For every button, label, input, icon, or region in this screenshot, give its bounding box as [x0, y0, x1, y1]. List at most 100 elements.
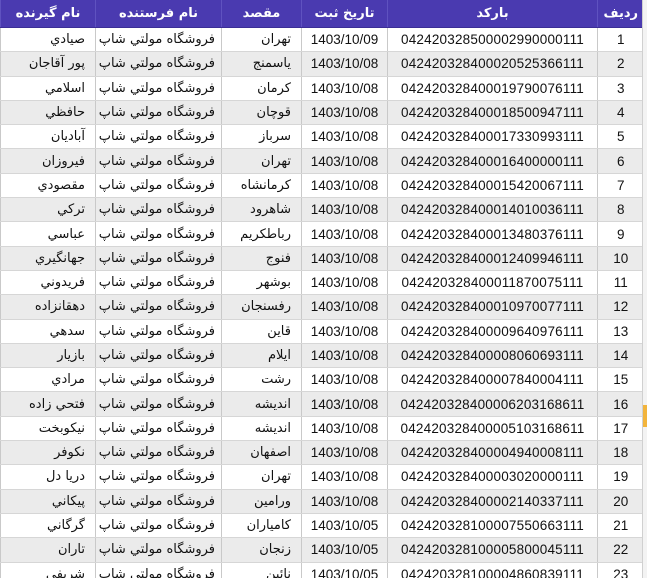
- cell-receiver[interactable]: پيكاني: [0, 489, 96, 514]
- cell-barcode[interactable]: 042420328100004860839111: [387, 562, 598, 578]
- cell-receiver[interactable]: صيادي: [0, 27, 96, 53]
- cell-index[interactable]: 19: [597, 464, 644, 490]
- cell-receiver[interactable]: تركي: [0, 197, 96, 223]
- cell-receiver[interactable]: حافظي: [0, 100, 96, 126]
- cell-destination[interactable]: اصفهان: [221, 440, 302, 466]
- cell-date[interactable]: 1403/10/08: [301, 124, 388, 150]
- cell-date[interactable]: 1403/10/08: [301, 221, 388, 247]
- cell-barcode[interactable]: 042420328400013480376111: [387, 221, 598, 247]
- cell-sender[interactable]: فروشگاه مولتي شاپ: [95, 343, 222, 369]
- header-barcode[interactable]: بارکد: [387, 0, 598, 28]
- cell-sender[interactable]: فروشگاه مولتي شاپ: [95, 416, 222, 442]
- table-row[interactable]: 19 042420328400003020000111 1403/10/08 تهرا…: [0, 464, 644, 490]
- cell-destination[interactable]: تهران: [221, 27, 302, 53]
- cell-sender[interactable]: فروشگاه مولتي شاپ: [95, 367, 222, 393]
- cell-barcode[interactable]: 042420328400015420067111: [387, 173, 598, 199]
- cell-barcode[interactable]: 042420328400017330993111: [387, 124, 598, 150]
- cell-receiver[interactable]: اسلامي: [0, 76, 96, 101]
- cell-date[interactable]: 1403/10/08: [301, 51, 388, 77]
- cell-barcode[interactable]: 042420328400005103168611: [387, 416, 598, 442]
- cell-sender[interactable]: فروشگاه مولتي شاپ: [95, 246, 222, 271]
- table-row[interactable]: 22 042420328100005800045111 1403/10/05 زنجا…: [0, 537, 644, 563]
- table-row[interactable]: 4 042420328400018500947111 1403/10/08 قوچان…: [0, 100, 644, 126]
- cell-receiver[interactable]: تاران: [0, 537, 96, 563]
- cell-receiver[interactable]: فريدوني: [0, 270, 96, 296]
- cell-sender[interactable]: فروشگاه مولتي شاپ: [95, 537, 222, 563]
- cell-receiver[interactable]: دريا دل: [0, 464, 96, 490]
- cell-barcode[interactable]: 042420328400016400000111: [387, 148, 598, 174]
- table-row[interactable]: 9 042420328400013480376111 1403/10/08 رباطك…: [0, 221, 644, 247]
- cell-sender[interactable]: فروشگاه مولتي شاپ: [95, 319, 222, 344]
- cell-index[interactable]: 23: [597, 562, 644, 578]
- table-row[interactable]: 23 042420328100004860839111 1403/10/05 نائي…: [0, 562, 644, 578]
- cell-date[interactable]: 1403/10/08: [301, 416, 388, 442]
- cell-barcode[interactable]: 042420328400012409946111: [387, 246, 598, 271]
- cell-receiver[interactable]: پور آقاجان: [0, 51, 96, 77]
- cell-destination[interactable]: انديشه: [221, 416, 302, 442]
- cell-index[interactable]: 12: [597, 294, 644, 320]
- cell-barcode[interactable]: 042420328400014010036111: [387, 197, 598, 223]
- cell-date[interactable]: 1403/10/08: [301, 440, 388, 466]
- table-row[interactable]: 1 042420328500002990000111 1403/10/09 تهران…: [0, 27, 644, 53]
- header-index[interactable]: ردیف: [597, 0, 644, 28]
- cell-destination[interactable]: كرمانشاه: [221, 173, 302, 199]
- cell-index[interactable]: 6: [597, 148, 644, 174]
- cell-sender[interactable]: فروشگاه مولتي شاپ: [95, 100, 222, 126]
- cell-index[interactable]: 13: [597, 319, 644, 344]
- cell-date[interactable]: 1403/10/08: [301, 100, 388, 126]
- cell-index[interactable]: 22: [597, 537, 644, 563]
- cell-index[interactable]: 10: [597, 246, 644, 271]
- cell-date[interactable]: 1403/10/05: [301, 537, 388, 563]
- cell-date[interactable]: 1403/10/08: [301, 270, 388, 296]
- cell-receiver[interactable]: دهقانزاده: [0, 294, 96, 320]
- cell-date[interactable]: 1403/10/08: [301, 391, 388, 417]
- cell-date[interactable]: 1403/10/08: [301, 294, 388, 320]
- cell-date[interactable]: 1403/10/09: [301, 27, 388, 53]
- header-sender[interactable]: نام فرستنده: [95, 0, 222, 28]
- cell-sender[interactable]: فروشگاه مولتي شاپ: [95, 562, 222, 578]
- cell-index[interactable]: 18: [597, 440, 644, 466]
- cell-receiver[interactable]: فيروزان: [0, 148, 96, 174]
- table-row[interactable]: 3 042420328400019790076111 1403/10/08 كرمان…: [0, 76, 644, 101]
- cell-index[interactable]: 7: [597, 173, 644, 199]
- cell-date[interactable]: 1403/10/08: [301, 197, 388, 223]
- cell-receiver[interactable]: بازيار: [0, 343, 96, 369]
- cell-barcode[interactable]: 042420328100007550663111: [387, 513, 598, 539]
- cell-index[interactable]: 5: [597, 124, 644, 150]
- table-row[interactable]: 16 042420328400006203168611 1403/10/08 اندي…: [0, 391, 644, 417]
- cell-destination[interactable]: بوشهر: [221, 270, 302, 296]
- header-destination[interactable]: مقصد: [221, 0, 302, 28]
- cell-destination[interactable]: رشت: [221, 367, 302, 393]
- table-row[interactable]: 8 042420328400014010036111 1403/10/08 شاهرو…: [0, 197, 644, 223]
- cell-barcode[interactable]: 042420328400006203168611: [387, 391, 598, 417]
- table-row[interactable]: 6 042420328400016400000111 1403/10/08 تهران…: [0, 148, 644, 174]
- cell-destination[interactable]: رفسنجان: [221, 294, 302, 320]
- cell-index[interactable]: 1: [597, 27, 644, 53]
- cell-date[interactable]: 1403/10/08: [301, 173, 388, 199]
- cell-index[interactable]: 3: [597, 76, 644, 101]
- cell-sender[interactable]: فروشگاه مولتي شاپ: [95, 270, 222, 296]
- table-row[interactable]: 10 042420328400012409946111 1403/10/08 فنوج…: [0, 246, 644, 271]
- cell-date[interactable]: 1403/10/08: [301, 246, 388, 271]
- cell-destination[interactable]: ايلام: [221, 343, 302, 369]
- table-row[interactable]: 11 042420328400011870075111 1403/10/08 بوشه…: [0, 270, 644, 296]
- cell-barcode[interactable]: 042420328400007840004111: [387, 367, 598, 393]
- table-row[interactable]: 18 042420328400004940008111 1403/10/08 اصفه…: [0, 440, 644, 466]
- cell-index[interactable]: 2: [597, 51, 644, 77]
- cell-receiver[interactable]: شريفي: [0, 562, 96, 578]
- cell-sender[interactable]: فروشگاه مولتي شاپ: [95, 513, 222, 539]
- cell-date[interactable]: 1403/10/08: [301, 319, 388, 344]
- cell-date[interactable]: 1403/10/05: [301, 562, 388, 578]
- cell-sender[interactable]: فروشگاه مولتي شاپ: [95, 173, 222, 199]
- cell-date[interactable]: 1403/10/08: [301, 148, 388, 174]
- cell-destination[interactable]: ياسمنج: [221, 51, 302, 77]
- cell-sender[interactable]: فروشگاه مولتي شاپ: [95, 464, 222, 490]
- cell-receiver[interactable]: جهانگيري: [0, 246, 96, 271]
- cell-sender[interactable]: فروشگاه مولتي شاپ: [95, 27, 222, 53]
- table-row[interactable]: 5 042420328400017330993111 1403/10/08 سرباز…: [0, 124, 644, 150]
- cell-index[interactable]: 16: [597, 391, 644, 417]
- cell-sender[interactable]: فروشگاه مولتي شاپ: [95, 51, 222, 77]
- cell-index[interactable]: 20: [597, 489, 644, 514]
- cell-barcode[interactable]: 042420328400002140337111: [387, 489, 598, 514]
- cell-barcode[interactable]: 042420328400018500947111: [387, 100, 598, 126]
